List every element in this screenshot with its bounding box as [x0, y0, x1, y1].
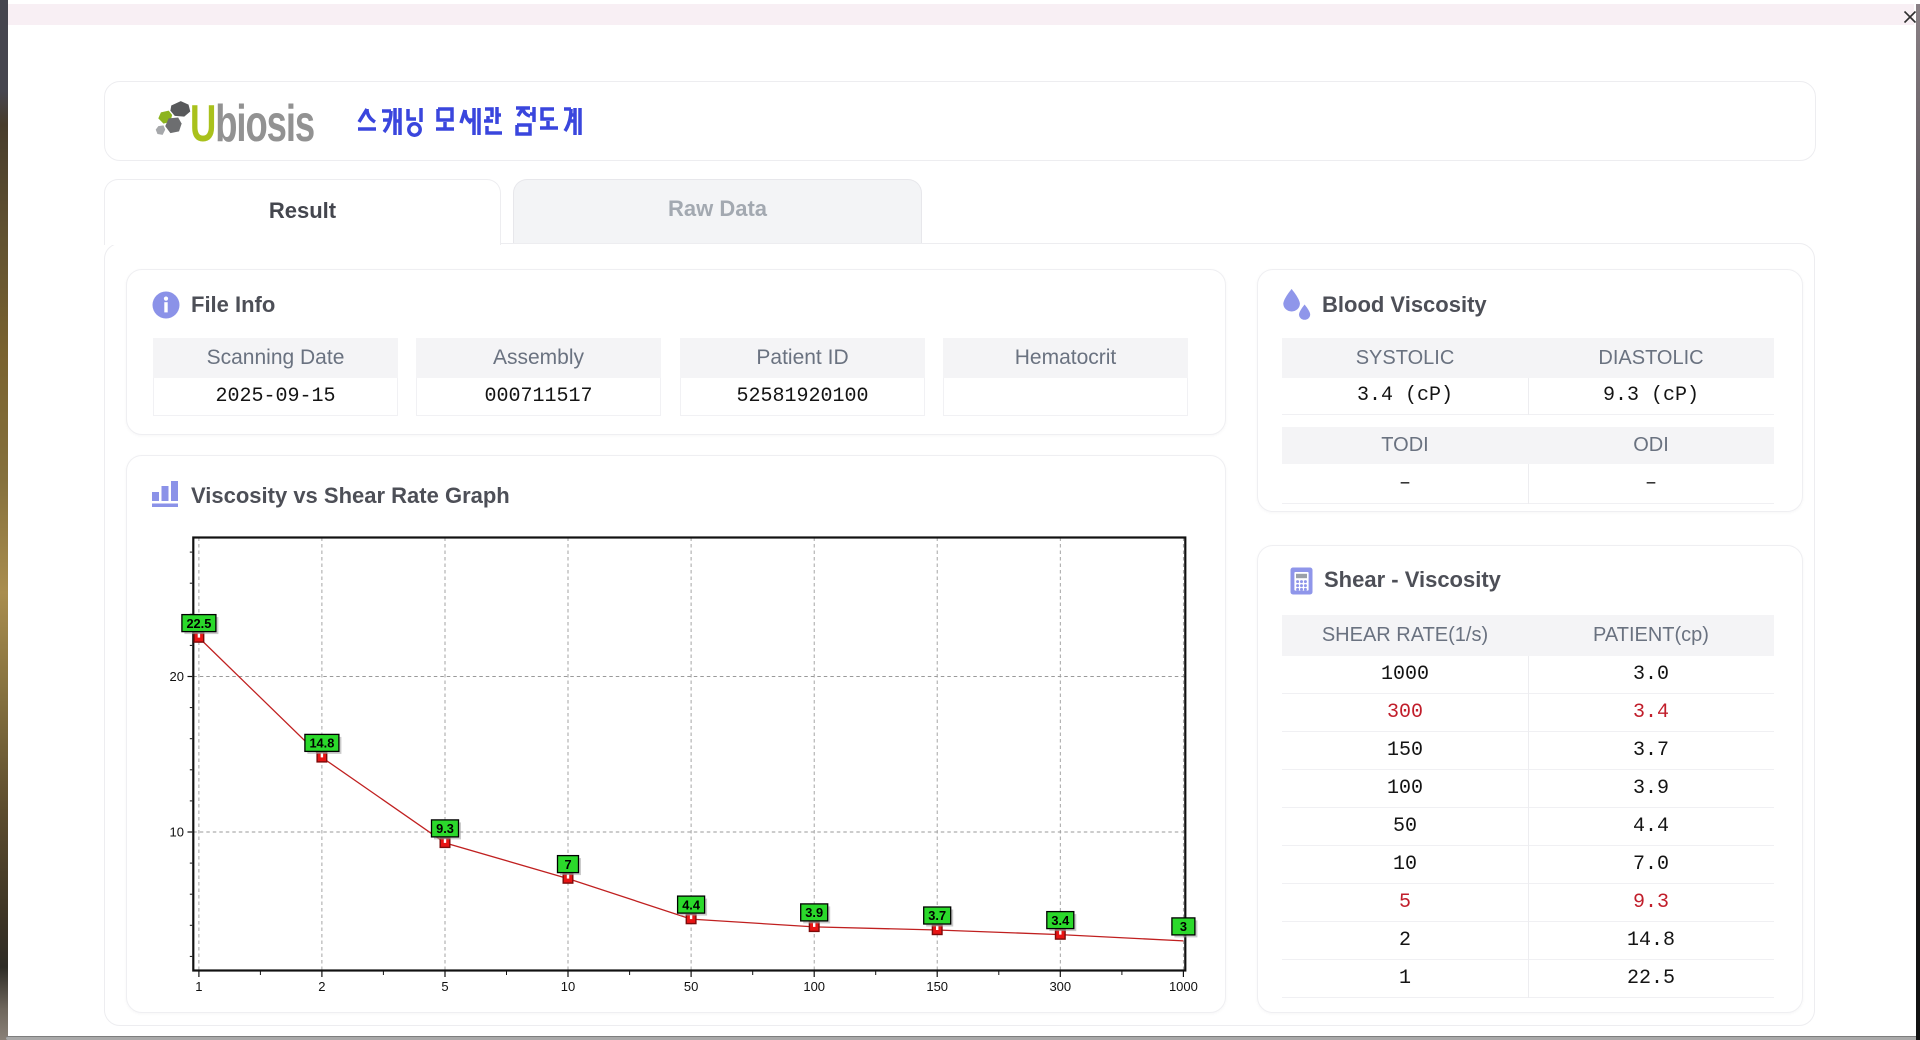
svg-text:1: 1: [195, 979, 202, 994]
svg-text:3.7: 3.7: [928, 908, 946, 923]
svg-text:7: 7: [564, 857, 571, 872]
svg-text:2: 2: [318, 979, 325, 994]
svg-text:50: 50: [684, 979, 698, 994]
svg-text:3: 3: [1180, 919, 1187, 934]
svg-text:300: 300: [1049, 979, 1071, 994]
svg-text:4.4: 4.4: [682, 897, 701, 912]
svg-text:3.4: 3.4: [1051, 913, 1070, 928]
svg-text:5: 5: [441, 979, 448, 994]
svg-text:3.9: 3.9: [805, 905, 823, 920]
svg-text:9.3: 9.3: [436, 821, 454, 836]
svg-text:100: 100: [803, 979, 825, 994]
svg-text:20: 20: [170, 669, 184, 684]
svg-text:1000: 1000: [1169, 979, 1198, 994]
svg-text:22.5: 22.5: [186, 616, 211, 631]
svg-text:10: 10: [170, 825, 184, 840]
svg-text:10: 10: [561, 979, 575, 994]
svg-text:14.8: 14.8: [309, 736, 334, 751]
svg-text:150: 150: [926, 979, 948, 994]
